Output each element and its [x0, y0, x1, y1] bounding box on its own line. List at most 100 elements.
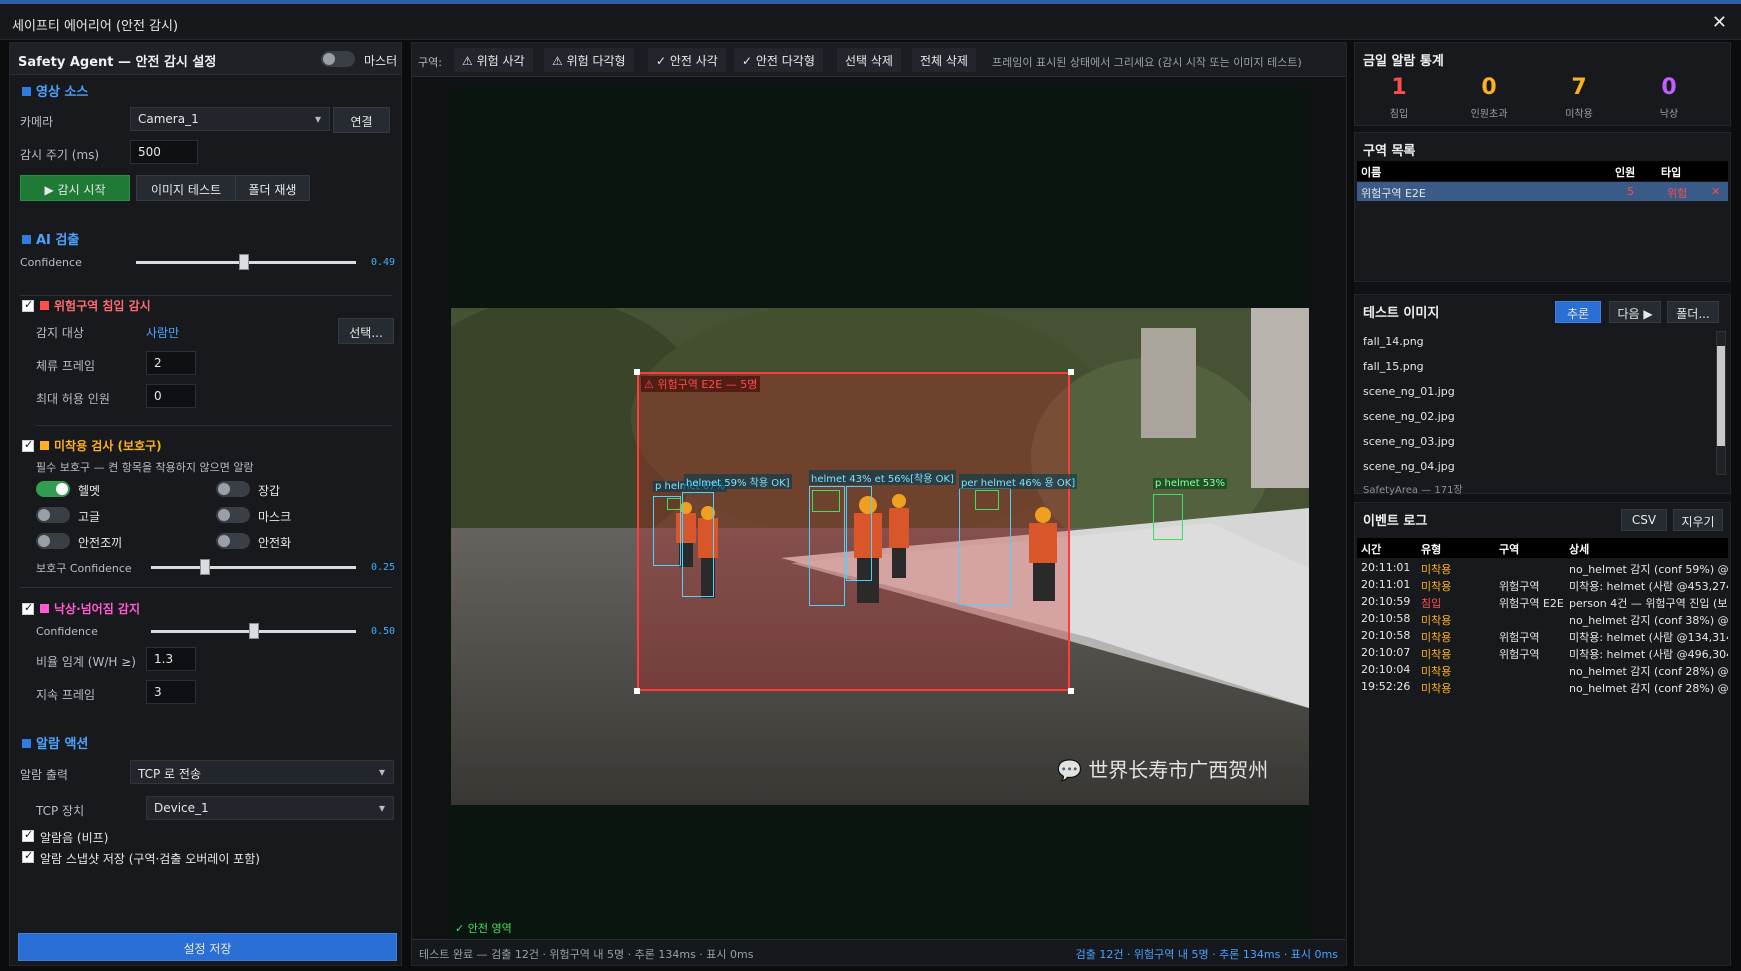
ppe-checkbox[interactable]	[22, 438, 34, 452]
ppe-toggle-goggles[interactable]	[36, 507, 70, 523]
log-zone: 위험구역	[1499, 648, 1540, 661]
log-time: 20:10:59	[1361, 595, 1411, 608]
log-row[interactable]: 20:10:58 미착용 no_helmet 감지 (conf 38%) @115,	[1357, 610, 1728, 627]
workers-figures	[676, 494, 1057, 603]
alarm-output-select[interactable]: TCP 로 전송	[130, 760, 394, 784]
target-select-button[interactable]: 선택...	[338, 318, 394, 344]
ppe-label: 고글	[78, 510, 101, 524]
ratio-label: 비율 임계 (W/H ≥)	[36, 655, 136, 669]
intrusion-checkbox[interactable]	[22, 298, 34, 312]
beep-checkbox[interactable]	[22, 828, 34, 842]
draw-hint: 프레임이 표시된 상태에서 그리세요 (감시 시작 또는 이미지 테스트)	[992, 56, 1302, 69]
safe-polygon-tool[interactable]: ✓ 안전 다각형	[734, 48, 823, 72]
ppe-toggle-gloves[interactable]	[216, 481, 250, 497]
danger-polygon-tool[interactable]: ⚠ 위험 다각형	[544, 48, 634, 72]
ppe-toggle-vest[interactable]	[36, 533, 70, 549]
next-image-button[interactable]: 다음 ▶	[1609, 301, 1661, 323]
scrollbar[interactable]	[1716, 331, 1726, 475]
scrollbar-thumb[interactable]	[1717, 346, 1725, 446]
interval-input[interactable]: 500	[130, 140, 198, 164]
log-detail: 미착용: helmet (사람 @496,304)	[1569, 648, 1728, 661]
log-row[interactable]: 20:10:04 미착용 no_helmet 감지 (conf 28%) @318,	[1357, 661, 1728, 678]
master-toggle[interactable]	[321, 51, 355, 67]
fall-conf-value: 0.50	[371, 626, 396, 637]
stat-label: 미착용	[1565, 109, 1593, 120]
delete-zone-icon[interactable]: ✕	[1711, 185, 1720, 198]
detection-box[interactable]	[846, 486, 872, 581]
frames-input[interactable]: 3	[146, 680, 196, 704]
log-row[interactable]: 20:10:07 미착용 위험구역 미착용: helmet (사람 @496,304)	[1357, 644, 1728, 661]
tcp-device-select[interactable]: Device_1	[146, 796, 394, 820]
fall-conf-slider[interactable]	[151, 623, 356, 639]
clear-log-button[interactable]: 지우기	[1673, 509, 1723, 531]
helmet-box	[667, 498, 681, 510]
ppe-toggle-mask[interactable]	[216, 507, 250, 523]
csv-button[interactable]: CSV	[1621, 509, 1667, 531]
ratio-input[interactable]: 1.3	[146, 647, 196, 671]
fall-checkbox[interactable]	[22, 601, 34, 615]
log-detail: 미착용: helmet (사람 @134,314)	[1569, 631, 1728, 644]
folder-button[interactable]: 폴더...	[1667, 301, 1719, 323]
ai-conf-slider[interactable]	[136, 254, 356, 270]
file-item[interactable]: fall_14.png	[1363, 335, 1424, 348]
ppe-label: 헬멧	[78, 484, 101, 498]
ppe-toggle-shoes[interactable]	[216, 533, 250, 549]
file-item[interactable]: scene_ng_04.jpg	[1363, 460, 1455, 473]
log-time: 20:11:01	[1361, 578, 1411, 591]
dwell-label: 체류 프레임	[36, 359, 96, 373]
file-item[interactable]: scene_ng_03.jpg	[1363, 435, 1455, 448]
square-icon	[40, 604, 49, 613]
window-titlebar: 세이프티 에어리어 (안전 감시) ✕	[0, 0, 1741, 40]
detection-box[interactable]	[682, 492, 714, 597]
zones-title: 구역 목록	[1363, 144, 1416, 159]
file-item[interactable]: fall_15.png	[1363, 360, 1424, 373]
slider-handle[interactable]	[248, 623, 259, 639]
log-row[interactable]: 20:10:59 침입 위험구역 E2E person 4건 — 위험구역 진입 (보…	[1357, 593, 1728, 610]
log-title: 이벤트 로그	[1363, 514, 1428, 529]
dwell-input[interactable]: 2	[146, 351, 196, 375]
detection-tag: per helmet 46% 용 OK]	[959, 474, 1078, 489]
slider-handle[interactable]	[199, 559, 210, 575]
log-row[interactable]: 20:11:01 미착용 위험구역 미착용: helmet (사람 @453,274)	[1357, 576, 1728, 593]
snapshot-label: 알람 스냅샷 저장 (구역·검출 오버레이 포함)	[40, 852, 260, 866]
log-row[interactable]: 19:52:26 미착용 no_helmet 감지 (conf 28%) @318,	[1357, 678, 1728, 695]
danger-rect-tool[interactable]: ⚠ 위험 사각	[454, 48, 533, 72]
ppe-conf-slider[interactable]	[151, 559, 356, 575]
image-test-button[interactable]: 이미지 테스트	[136, 175, 236, 201]
log-zone: 위험구역	[1499, 631, 1540, 644]
camera-select[interactable]: Camera_1	[130, 107, 330, 131]
connect-button[interactable]: 연결	[333, 107, 390, 133]
zone-row[interactable]: 위험구역 E2E 5 위험 ✕	[1357, 182, 1728, 201]
max-people-input[interactable]: 0	[146, 384, 196, 408]
delete-selected-button[interactable]: 선택 삭제	[837, 48, 901, 72]
video-canvas[interactable]: ⚠ 위험구역 E2E — 5명 p helmet 67%	[449, 86, 1309, 939]
folder-play-button[interactable]: 폴더 재생	[235, 175, 310, 201]
zone-table-header: 이름 인원 타입	[1357, 161, 1728, 181]
status-left: 테스트 완료 — 검출 12건 · 위험구역 내 5명 · 추론 134ms ·…	[419, 948, 754, 961]
ppe-conf-value: 0.25	[371, 562, 396, 573]
file-item[interactable]: scene_ng_02.jpg	[1363, 410, 1455, 423]
log-type: 미착용	[1421, 563, 1452, 576]
square-icon	[22, 739, 31, 748]
alarm-output-label: 알람 출력	[20, 768, 68, 782]
detection-box[interactable]	[1153, 494, 1183, 540]
section-intrusion: 위험구역 침입 감시	[40, 297, 151, 314]
col-detail: 상세	[1569, 543, 1590, 556]
ppe-toggle-helmet[interactable]	[36, 481, 70, 497]
status-right: 검출 12건 · 위험구역 내 5명 · 추론 134ms · 표시 0ms	[1075, 948, 1338, 961]
col-zone: 구역	[1499, 543, 1520, 556]
infer-button[interactable]: 추론	[1555, 301, 1601, 323]
log-type: 미착용	[1421, 631, 1452, 644]
right-panel: 금일 알람 통계 1 침입 0 인원초과 7 미착용 0 낙상 구역 목록 이름 인원 타입 …	[1354, 42, 1731, 966]
file-item[interactable]: scene_ng_01.jpg	[1363, 385, 1455, 398]
close-icon[interactable]: ✕	[1712, 12, 1727, 33]
save-settings-button[interactable]: 설정 저장	[18, 933, 397, 961]
log-row[interactable]: 20:10:58 미착용 위험구역 미착용: helmet (사람 @134,314)	[1357, 627, 1728, 644]
start-monitor-button[interactable]: ▶ 감시 시작	[20, 175, 130, 201]
log-row[interactable]: 20:11:01 미착용 no_helmet 감지 (conf 59%) @552,	[1357, 559, 1728, 576]
delete-all-button[interactable]: 전체 삭제	[912, 48, 976, 72]
safe-rect-tool[interactable]: ✓ 안전 사각	[648, 48, 726, 72]
log-type: 미착용	[1421, 665, 1452, 678]
snapshot-checkbox[interactable]	[22, 849, 34, 863]
slider-handle[interactable]	[238, 254, 249, 270]
